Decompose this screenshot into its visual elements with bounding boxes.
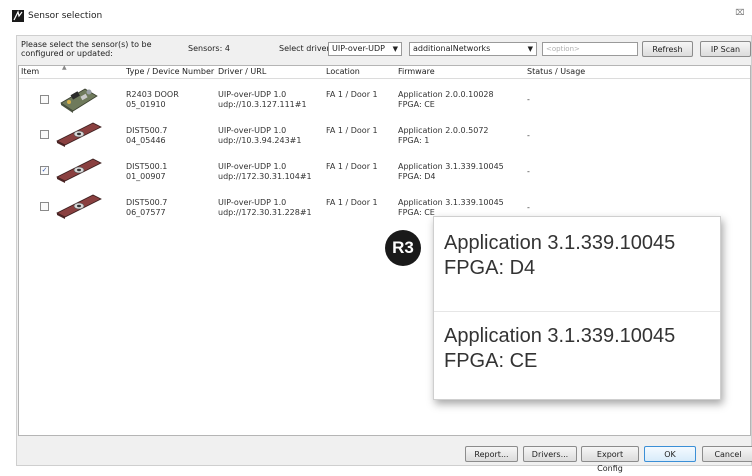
location: FA 1 / Door 1 [326, 90, 378, 99]
table-row[interactable]: ✓ DIST500.1 01_00907 UIP-over-UDP 1.0 ud… [19, 153, 750, 187]
ok-button[interactable]: OK [644, 446, 696, 462]
column-header-item[interactable]: Item [21, 67, 39, 76]
zoom-fpga-version: FPGA: D4 [444, 257, 536, 279]
sensor-selection-window: Sensor selection ⌧ Please select the sen… [0, 0, 752, 473]
driver-name: UIP-over-UDP 1.0 [218, 126, 287, 135]
row-checkbox[interactable] [40, 202, 49, 211]
zoom-fpga-version: FPGA: CE [444, 350, 538, 372]
status-usage: - [527, 95, 530, 104]
driver-select[interactable]: UIP-over-UDP ▼ [328, 42, 402, 56]
select-driver-label: Select driver: [279, 44, 333, 53]
dist500-sensor-icon [55, 157, 103, 185]
location: FA 1 / Door 1 [326, 162, 378, 171]
status-usage: - [527, 167, 530, 176]
driver-url: udp://172.30.31.228#1 [218, 208, 312, 217]
driver-url: udp://172.30.31.104#1 [218, 172, 312, 181]
option-input[interactable]: <option> [542, 42, 638, 56]
sensors-count: Sensors: 4 [188, 44, 230, 53]
device-type: DIST500.7 [126, 198, 168, 207]
report-button[interactable]: Report... [465, 446, 518, 462]
location: FA 1 / Door 1 [326, 126, 378, 135]
firmware-version: Application 2.0.0.10028 [398, 90, 494, 99]
device-type: DIST500.7 [126, 126, 168, 135]
window-title: Sensor selection [28, 11, 103, 21]
fpga-version: FPGA: D4 [398, 172, 436, 181]
device-number: 01_00907 [126, 172, 166, 181]
toolbar: Please select the sensor(s) to be config… [17, 36, 752, 64]
cancel-button[interactable]: Cancel [702, 446, 752, 462]
row-checkbox[interactable] [40, 95, 49, 104]
device-number: 04_05446 [126, 136, 166, 145]
instruction-text: Please select the sensor(s) to be config… [21, 40, 152, 58]
firmware-version: Application 3.1.339.10045 [398, 162, 504, 171]
column-header-driver[interactable]: Driver / URL [218, 67, 266, 76]
driver-url: udp://10.3.94.243#1 [218, 136, 302, 145]
location: FA 1 / Door 1 [326, 198, 378, 207]
status-usage: - [527, 203, 530, 212]
fpga-version: FPGA: CE [398, 100, 435, 109]
driver-name: UIP-over-UDP 1.0 [218, 198, 287, 207]
column-header-type[interactable]: Type / Device Number [126, 67, 214, 76]
column-header-location[interactable]: Location [326, 67, 360, 76]
callout-badge: R3 [385, 230, 421, 266]
zoom-firmware-version: Application 3.1.339.10045 [444, 325, 676, 347]
network-select[interactable]: additionalNetworks ▼ [409, 42, 537, 56]
close-icon[interactable]: ⌧ [733, 8, 747, 18]
table-row[interactable]: DIST500.7 04_05446 UIP-over-UDP 1.0 udp:… [19, 117, 750, 151]
firmware-version: Application 2.0.0.5072 [398, 126, 489, 135]
checkmark-icon: ✓ [41, 166, 48, 174]
zoom-firmware-version: Application 3.1.339.10045 [444, 232, 676, 254]
dropdown-arrow-icon: ▼ [527, 45, 533, 53]
row-checkbox[interactable] [40, 130, 49, 139]
export-config-button[interactable]: Export Config [581, 446, 639, 473]
device-type: DIST500.1 [126, 162, 168, 171]
device-type: R2403 DOOR [126, 90, 179, 99]
door-controller-board-icon [55, 83, 101, 115]
driver-name: UIP-over-UDP 1.0 [218, 162, 287, 171]
driver-name: UIP-over-UDP 1.0 [218, 90, 287, 99]
device-number: 05_01910 [126, 100, 166, 109]
refresh-button[interactable]: Refresh [642, 41, 693, 57]
dist500-sensor-icon [55, 193, 103, 221]
column-header-status[interactable]: Status / Usage [527, 67, 585, 76]
driver-select-value: UIP-over-UDP [332, 44, 385, 53]
row-checkbox[interactable]: ✓ [40, 166, 49, 175]
title-bar: Sensor selection ⌧ [0, 0, 752, 28]
driver-url: udp://10.3.127.111#1 [218, 100, 307, 109]
drivers-button[interactable]: Drivers... [523, 446, 577, 462]
status-usage: - [527, 131, 530, 140]
ip-scan-button[interactable]: IP Scan [700, 41, 751, 57]
dropdown-arrow-icon: ▼ [392, 45, 398, 53]
zoom-divider [434, 311, 720, 312]
device-number: 06_07577 [126, 208, 166, 217]
list-header: ▲ Item Type / Device Number Driver / URL… [19, 64, 750, 79]
dialog-footer: Report... Drivers... Export Config OK Ca… [17, 438, 752, 473]
sort-indicator-icon: ▲ [62, 64, 67, 71]
firmware-version: Application 3.1.339.10045 [398, 198, 504, 207]
firmware-zoom-callout: Application 3.1.339.10045 FPGA: D4 Appli… [433, 216, 721, 400]
dist500-sensor-icon [55, 121, 103, 149]
network-select-value: additionalNetworks [413, 44, 491, 53]
table-row[interactable]: R2403 DOOR 05_01910 UIP-over-UDP 1.0 udp… [19, 81, 750, 115]
app-icon [12, 10, 24, 22]
column-header-firmware[interactable]: Firmware [398, 67, 435, 76]
fpga-version: FPGA: 1 [398, 136, 430, 145]
